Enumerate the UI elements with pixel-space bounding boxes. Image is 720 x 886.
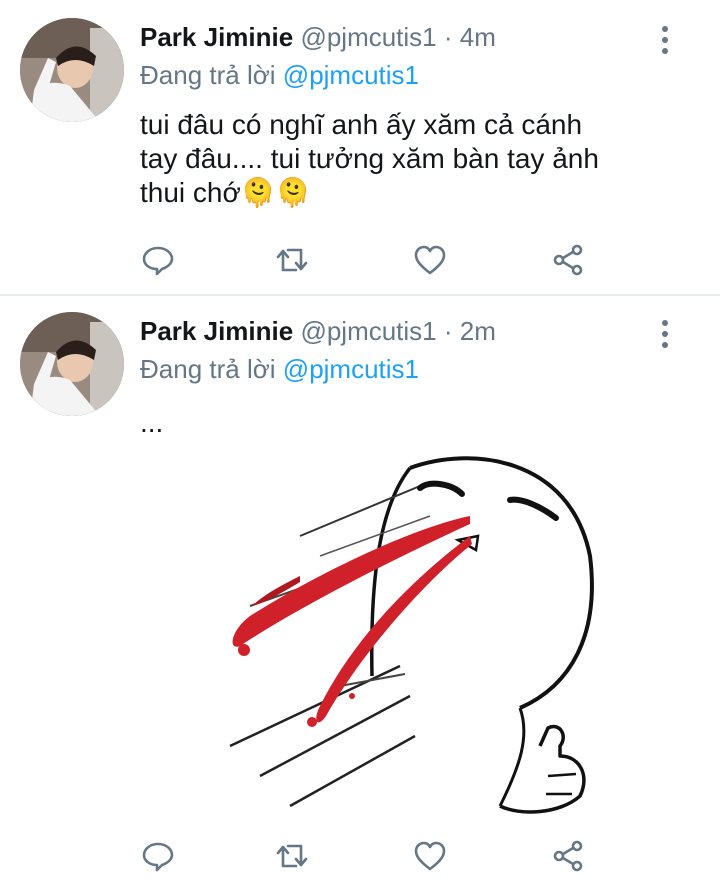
reply-prefix: Đang trả lời bbox=[140, 60, 276, 90]
vertical-dots-icon[interactable] bbox=[650, 314, 680, 354]
avatar[interactable] bbox=[20, 18, 124, 122]
tweet-text: ... bbox=[140, 406, 690, 440]
vertical-dots-icon[interactable] bbox=[650, 20, 680, 60]
tweet-text-line: tay đâu.... tui tưởng xăm bàn tay ảnh bbox=[140, 143, 599, 174]
tweet-actions bbox=[140, 838, 600, 878]
share-icon[interactable] bbox=[550, 838, 590, 878]
reply-prefix: Đang trả lời bbox=[140, 354, 276, 384]
timestamp[interactable]: 2m bbox=[460, 316, 496, 346]
user-handle[interactable]: @pjmcutis1 bbox=[300, 22, 436, 52]
tweet-2[interactable]: Park Jiminie @pjmcutis1 · 2m Đang trả lờ… bbox=[0, 296, 720, 886]
reply-context: Đang trả lời @pjmcutis1 bbox=[140, 354, 419, 385]
tweet-text-line: thui chớ🫠🫠 bbox=[140, 177, 311, 208]
avatar[interactable] bbox=[20, 312, 124, 416]
tweet-header: Park Jiminie @pjmcutis1 · 4m bbox=[140, 22, 496, 53]
reply-mention[interactable]: @pjmcutis1 bbox=[283, 354, 419, 384]
tweet-header: Park Jiminie @pjmcutis1 · 2m bbox=[140, 316, 496, 347]
retweet-icon[interactable] bbox=[274, 838, 314, 878]
speech-bubble-icon[interactable] bbox=[140, 838, 180, 878]
tweet-media-image[interactable] bbox=[0, 446, 720, 826]
share-icon[interactable] bbox=[550, 242, 590, 282]
speech-bubble-icon[interactable] bbox=[140, 242, 180, 282]
separator: · bbox=[443, 316, 453, 346]
tweet-text-line: tui đâu có nghĩ anh ấy xăm cả cánh bbox=[140, 109, 583, 140]
display-name[interactable]: Park Jiminie bbox=[140, 22, 293, 52]
tweet-actions bbox=[140, 242, 600, 282]
separator: · bbox=[443, 22, 453, 52]
display-name[interactable]: Park Jiminie bbox=[140, 316, 293, 346]
tweet-1[interactable]: Park Jiminie @pjmcutis1 · 4m Đang trả lờ… bbox=[0, 0, 720, 294]
tweet-text: tui đâu có nghĩ anh ấy xăm cả cánh tay đ… bbox=[140, 108, 690, 210]
retweet-icon[interactable] bbox=[274, 242, 314, 282]
heart-icon[interactable] bbox=[412, 242, 452, 282]
user-handle[interactable]: @pjmcutis1 bbox=[300, 316, 436, 346]
reply-context: Đang trả lời @pjmcutis1 bbox=[140, 60, 419, 91]
timestamp[interactable]: 4m bbox=[460, 22, 496, 52]
tweet-text-line: ... bbox=[140, 407, 164, 438]
reply-mention[interactable]: @pjmcutis1 bbox=[283, 60, 419, 90]
heart-icon[interactable] bbox=[412, 838, 452, 878]
